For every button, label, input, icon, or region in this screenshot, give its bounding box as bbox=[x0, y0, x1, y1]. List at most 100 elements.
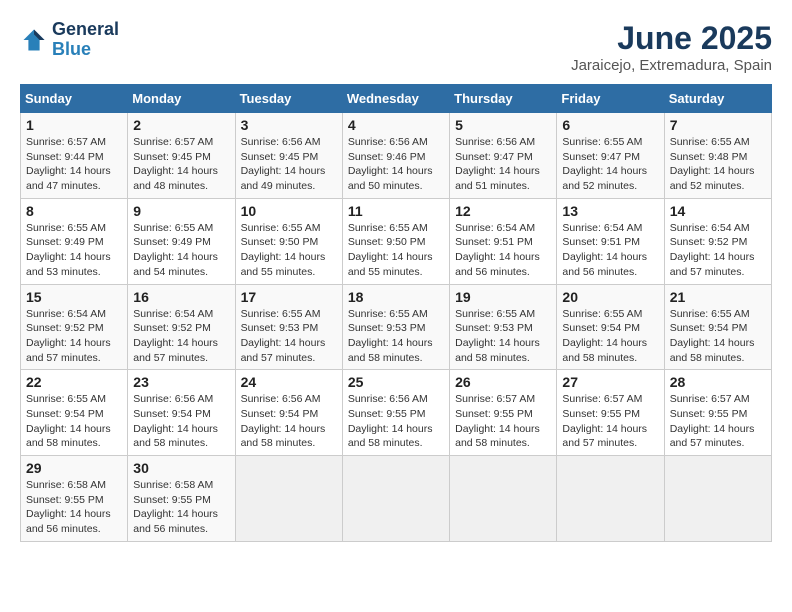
days-header-row: Sunday Monday Tuesday Wednesday Thursday… bbox=[21, 85, 772, 113]
calendar-cell: 9Sunrise: 6:55 AMSunset: 9:49 PMDaylight… bbox=[128, 198, 235, 284]
day-info: Sunrise: 6:58 AMSunset: 9:55 PMDaylight:… bbox=[133, 478, 229, 537]
day-number: 5 bbox=[455, 117, 551, 133]
day-info: Sunrise: 6:55 AMSunset: 9:50 PMDaylight:… bbox=[348, 221, 444, 280]
day-info: Sunrise: 6:57 AMSunset: 9:44 PMDaylight:… bbox=[26, 135, 122, 194]
header-thursday: Thursday bbox=[450, 85, 557, 113]
header-tuesday: Tuesday bbox=[235, 85, 342, 113]
logo: General Blue bbox=[20, 20, 119, 60]
title-area: June 2025 Jaraicejo, Extremadura, Spain bbox=[571, 20, 772, 74]
day-number: 2 bbox=[133, 117, 229, 133]
day-number: 7 bbox=[670, 117, 766, 133]
day-info: Sunrise: 6:54 AMSunset: 9:52 PMDaylight:… bbox=[133, 307, 229, 366]
calendar-week-row: 29 Sunrise: 6:58 AMSunset: 9:55 PMDayligh… bbox=[21, 456, 772, 542]
header: General Blue June 2025 Jaraicejo, Extrem… bbox=[20, 20, 772, 74]
day-info: Sunrise: 6:57 AMSunset: 9:55 PMDaylight:… bbox=[562, 392, 658, 451]
day-number: 9 bbox=[133, 203, 229, 219]
day-number: 12 bbox=[455, 203, 551, 219]
calendar-cell: 14 Sunrise: 6:54 AMSunset: 9:52 PMDayligh… bbox=[664, 198, 771, 284]
day-info: Sunrise: 6:55 AMSunset: 9:54 PMDaylight:… bbox=[26, 392, 122, 451]
day-number: 14 bbox=[670, 203, 766, 219]
day-info: Sunrise: 6:55 AMSunset: 9:50 PMDaylight:… bbox=[241, 221, 337, 280]
day-number: 23 bbox=[133, 374, 229, 390]
day-info: Sunrise: 6:54 AMSunset: 9:52 PMDaylight:… bbox=[26, 307, 122, 366]
day-info: Sunrise: 6:55 AMSunset: 9:53 PMDaylight:… bbox=[241, 307, 337, 366]
day-number: 16 bbox=[133, 289, 229, 305]
day-number: 17 bbox=[241, 289, 337, 305]
calendar-cell bbox=[557, 456, 664, 542]
calendar-cell: 6Sunrise: 6:55 AMSunset: 9:47 PMDaylight… bbox=[557, 113, 664, 199]
day-info: Sunrise: 6:58 AMSunset: 9:55 PMDaylight:… bbox=[26, 478, 122, 537]
day-number: 19 bbox=[455, 289, 551, 305]
day-info: Sunrise: 6:55 AMSunset: 9:53 PMDaylight:… bbox=[348, 307, 444, 366]
calendar-cell: 16 Sunrise: 6:54 AMSunset: 9:52 PMDayligh… bbox=[128, 284, 235, 370]
calendar-cell: 26Sunrise: 6:57 AMSunset: 9:55 PMDayligh… bbox=[450, 370, 557, 456]
calendar-cell: 29 Sunrise: 6:58 AMSunset: 9:55 PMDayligh… bbox=[21, 456, 128, 542]
day-number: 22 bbox=[26, 374, 122, 390]
calendar-week-row: 1 Sunrise: 6:57 AMSunset: 9:44 PMDaylight… bbox=[21, 113, 772, 199]
calendar-cell: 17 Sunrise: 6:55 AMSunset: 9:53 PMDayligh… bbox=[235, 284, 342, 370]
calendar-table: Sunday Monday Tuesday Wednesday Thursday… bbox=[20, 84, 772, 542]
day-info: Sunrise: 6:54 AMSunset: 9:52 PMDaylight:… bbox=[670, 221, 766, 280]
day-info: Sunrise: 6:55 AMSunset: 9:54 PMDaylight:… bbox=[562, 307, 658, 366]
day-info: Sunrise: 6:56 AMSunset: 9:54 PMDaylight:… bbox=[241, 392, 337, 451]
calendar-cell: 25 Sunrise: 6:56 AMSunset: 9:55 PMDayligh… bbox=[342, 370, 449, 456]
day-number: 11 bbox=[348, 203, 444, 219]
day-number: 25 bbox=[348, 374, 444, 390]
day-info: Sunrise: 6:55 AMSunset: 9:54 PMDaylight:… bbox=[670, 307, 766, 366]
day-number: 28 bbox=[670, 374, 766, 390]
calendar-cell: 3 Sunrise: 6:56 AMSunset: 9:45 PMDaylight… bbox=[235, 113, 342, 199]
calendar-cell: 4Sunrise: 6:56 AMSunset: 9:46 PMDaylight… bbox=[342, 113, 449, 199]
day-number: 29 bbox=[26, 460, 122, 476]
calendar-cell: 19 Sunrise: 6:55 AMSunset: 9:53 PMDayligh… bbox=[450, 284, 557, 370]
day-info: Sunrise: 6:57 AMSunset: 9:55 PMDaylight:… bbox=[670, 392, 766, 451]
calendar-cell: 23 Sunrise: 6:56 AMSunset: 9:54 PMDayligh… bbox=[128, 370, 235, 456]
day-info: Sunrise: 6:56 AMSunset: 9:45 PMDaylight:… bbox=[241, 135, 337, 194]
calendar-week-row: 22 Sunrise: 6:55 AMSunset: 9:54 PMDayligh… bbox=[21, 370, 772, 456]
calendar-cell: 5 Sunrise: 6:56 AMSunset: 9:47 PMDaylight… bbox=[450, 113, 557, 199]
calendar-cell: 22 Sunrise: 6:55 AMSunset: 9:54 PMDayligh… bbox=[21, 370, 128, 456]
logo-icon bbox=[20, 26, 48, 54]
calendar-cell: 28 Sunrise: 6:57 AMSunset: 9:55 PMDayligh… bbox=[664, 370, 771, 456]
day-number: 21 bbox=[670, 289, 766, 305]
day-number: 27 bbox=[562, 374, 658, 390]
header-saturday: Saturday bbox=[664, 85, 771, 113]
day-info: Sunrise: 6:54 AMSunset: 9:51 PMDaylight:… bbox=[562, 221, 658, 280]
day-info: Sunrise: 6:55 AMSunset: 9:53 PMDaylight:… bbox=[455, 307, 551, 366]
month-title: June 2025 bbox=[571, 20, 772, 57]
calendar-cell: 27 Sunrise: 6:57 AMSunset: 9:55 PMDayligh… bbox=[557, 370, 664, 456]
header-sunday: Sunday bbox=[21, 85, 128, 113]
header-friday: Friday bbox=[557, 85, 664, 113]
calendar-cell: 2Sunrise: 6:57 AMSunset: 9:45 PMDaylight… bbox=[128, 113, 235, 199]
day-number: 15 bbox=[26, 289, 122, 305]
calendar-cell: 11 Sunrise: 6:55 AMSunset: 9:50 PMDayligh… bbox=[342, 198, 449, 284]
calendar-cell: 7Sunrise: 6:55 AMSunset: 9:48 PMDaylight… bbox=[664, 113, 771, 199]
day-number: 10 bbox=[241, 203, 337, 219]
day-number: 8 bbox=[26, 203, 122, 219]
day-number: 6 bbox=[562, 117, 658, 133]
day-number: 1 bbox=[26, 117, 122, 133]
calendar-cell: 18Sunrise: 6:55 AMSunset: 9:53 PMDayligh… bbox=[342, 284, 449, 370]
calendar-cell: 30Sunrise: 6:58 AMSunset: 9:55 PMDayligh… bbox=[128, 456, 235, 542]
calendar-cell: 10 Sunrise: 6:55 AMSunset: 9:50 PMDayligh… bbox=[235, 198, 342, 284]
day-info: Sunrise: 6:56 AMSunset: 9:47 PMDaylight:… bbox=[455, 135, 551, 194]
header-wednesday: Wednesday bbox=[342, 85, 449, 113]
day-info: Sunrise: 6:56 AMSunset: 9:55 PMDaylight:… bbox=[348, 392, 444, 451]
day-number: 13 bbox=[562, 203, 658, 219]
day-info: Sunrise: 6:54 AMSunset: 9:51 PMDaylight:… bbox=[455, 221, 551, 280]
day-info: Sunrise: 6:55 AMSunset: 9:49 PMDaylight:… bbox=[26, 221, 122, 280]
calendar-cell: 21 Sunrise: 6:55 AMSunset: 9:54 PMDayligh… bbox=[664, 284, 771, 370]
calendar-cell bbox=[342, 456, 449, 542]
calendar-week-row: 8 Sunrise: 6:55 AMSunset: 9:49 PMDaylight… bbox=[21, 198, 772, 284]
calendar-cell bbox=[450, 456, 557, 542]
day-number: 20 bbox=[562, 289, 658, 305]
day-number: 4 bbox=[348, 117, 444, 133]
calendar-cell: 13 Sunrise: 6:54 AMSunset: 9:51 PMDayligh… bbox=[557, 198, 664, 284]
calendar-cell: 1 Sunrise: 6:57 AMSunset: 9:44 PMDaylight… bbox=[21, 113, 128, 199]
calendar-cell: 12 Sunrise: 6:54 AMSunset: 9:51 PMDayligh… bbox=[450, 198, 557, 284]
header-monday: Monday bbox=[128, 85, 235, 113]
day-info: Sunrise: 6:57 AMSunset: 9:55 PMDaylight:… bbox=[455, 392, 551, 451]
calendar-cell: 8 Sunrise: 6:55 AMSunset: 9:49 PMDaylight… bbox=[21, 198, 128, 284]
location-title: Jaraicejo, Extremadura, Spain bbox=[571, 57, 772, 74]
day-info: Sunrise: 6:56 AMSunset: 9:54 PMDaylight:… bbox=[133, 392, 229, 451]
day-number: 3 bbox=[241, 117, 337, 133]
